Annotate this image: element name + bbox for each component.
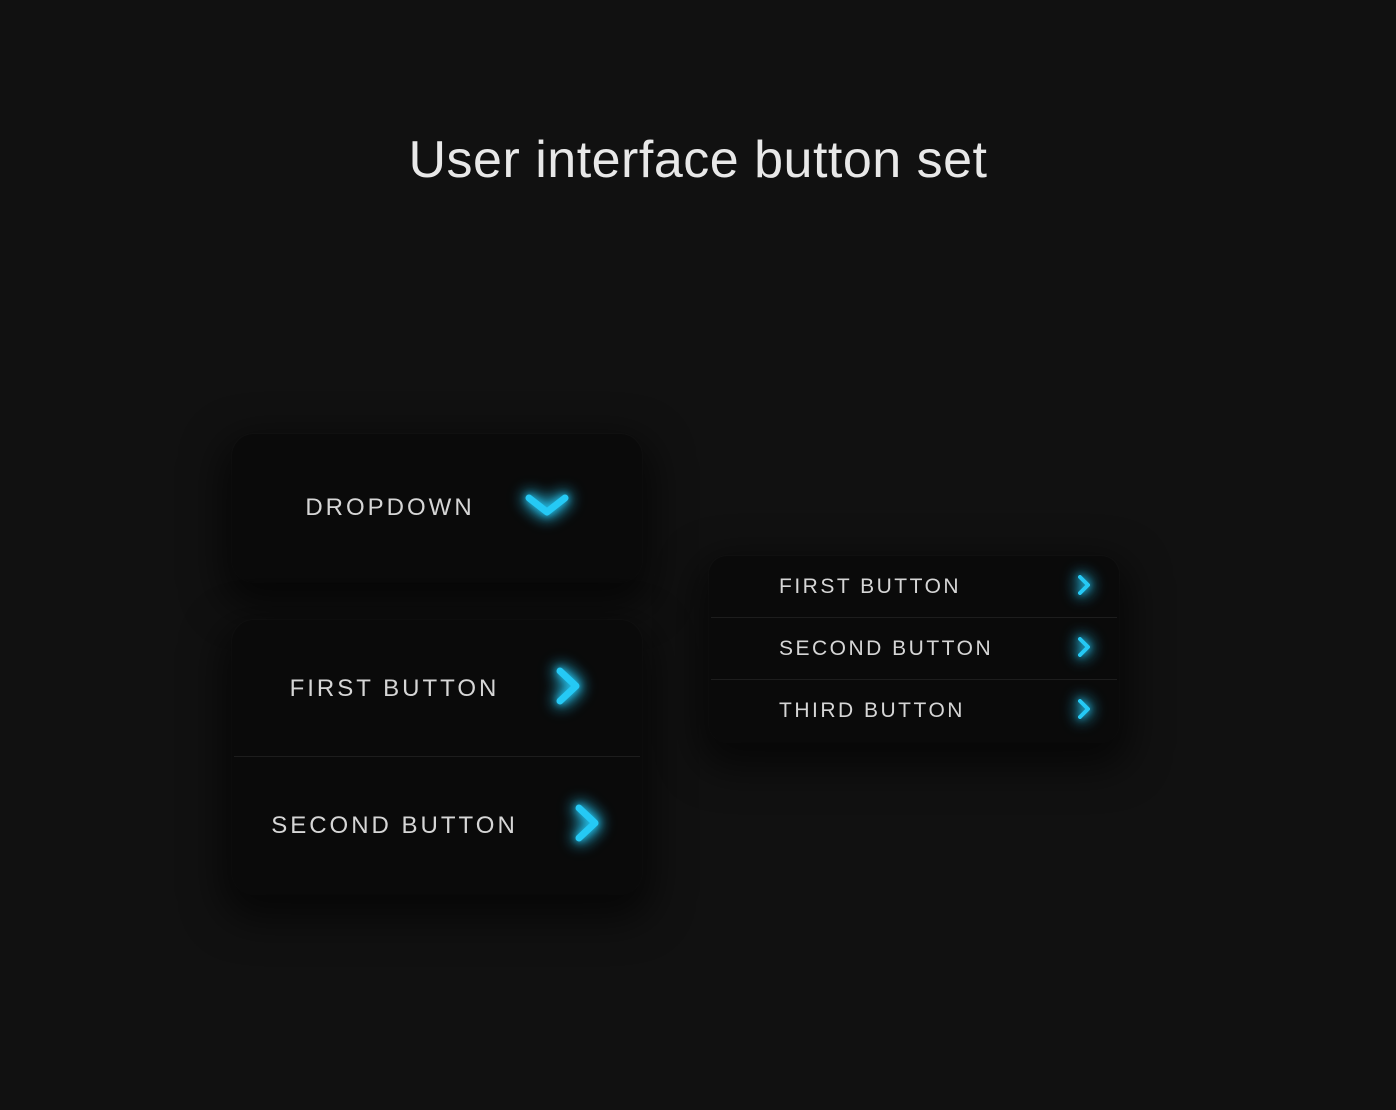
list-item[interactable]: THIRD BUTTON	[709, 680, 1119, 742]
list-item[interactable]: FIRST BUTTON	[709, 556, 1119, 618]
list-item-label: SECOND BUTTON	[779, 637, 993, 661]
list-item-label: THIRD BUTTON	[779, 699, 965, 723]
list-item[interactable]: SECOND BUTTON	[232, 757, 642, 894]
chevron-right-icon	[573, 804, 603, 847]
small-button-list: FIRST BUTTON SECOND BUTTON THIRD BUTTON	[709, 556, 1119, 742]
dropdown-label: DROPDOWN	[305, 494, 474, 522]
dropdown-button[interactable]: DROPDOWN	[232, 434, 642, 582]
list-item[interactable]: SECOND BUTTON	[709, 618, 1119, 680]
list-item-label: SECOND BUTTON	[271, 812, 518, 840]
chevron-right-icon	[1077, 574, 1091, 601]
chevron-down-icon	[525, 492, 569, 525]
chevron-right-icon	[1077, 636, 1091, 663]
page-title: User interface button set	[0, 130, 1396, 190]
chevron-right-icon	[554, 667, 584, 710]
list-item-label: FIRST BUTTON	[779, 575, 961, 599]
list-item[interactable]: FIRST BUTTON	[232, 620, 642, 757]
large-button-list: FIRST BUTTON SECOND BUTTON	[232, 620, 642, 894]
chevron-right-icon	[1077, 698, 1091, 725]
list-item-label: FIRST BUTTON	[290, 675, 500, 703]
